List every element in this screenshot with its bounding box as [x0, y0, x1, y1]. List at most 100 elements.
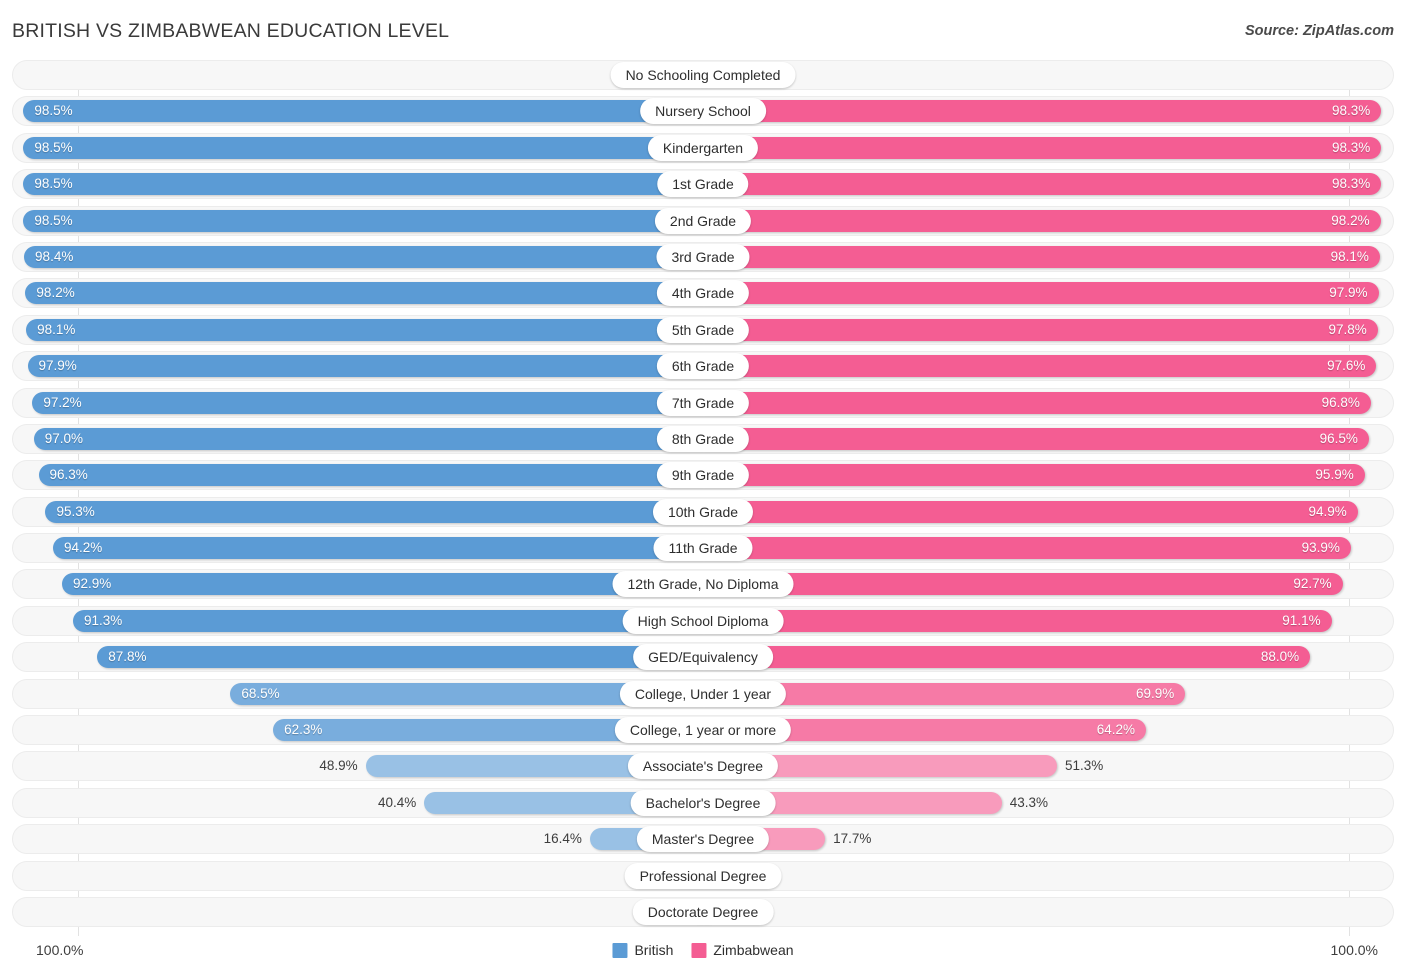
category-label-pill[interactable]: 3rd Grade	[656, 243, 750, 270]
bar-british[interactable]: 98.1%	[26, 318, 703, 341]
category-label-pill[interactable]: College, Under 1 year	[619, 680, 787, 707]
category-label-pill[interactable]: 4th Grade	[656, 280, 750, 307]
table-row[interactable]: 92.9% 92.7% 12th Grade, No Diploma	[12, 569, 1394, 600]
row-inner: 1.5%1.7%No Schooling Completed	[13, 61, 1393, 89]
category-label-pill[interactable]: 6th Grade	[656, 353, 750, 380]
bar-value-british: 97.0%	[44, 430, 83, 446]
category-label-pill[interactable]: Associate's Degree	[627, 753, 779, 780]
table-row[interactable]: 98.5% 98.3% Kindergarten	[12, 132, 1394, 163]
bar-british[interactable]: 98.5%	[23, 100, 703, 123]
bar-british[interactable]: 98.5%	[23, 173, 703, 196]
category-label-pill[interactable]: Bachelor's Degree	[630, 789, 776, 816]
table-row[interactable]: 2.2%2.3%Doctorate Degree	[12, 896, 1394, 927]
table-row[interactable]: 98.5% 98.3% 1st Grade	[12, 169, 1394, 200]
table-row[interactable]: 98.1% 97.8% 5th Grade	[12, 314, 1394, 345]
bar-british[interactable]: 98.5%	[23, 136, 703, 159]
bar-value-british: 98.5%	[34, 103, 73, 119]
category-label-pill[interactable]: 10th Grade	[652, 498, 754, 525]
bar-british[interactable]: 92.9%	[62, 573, 703, 596]
table-row[interactable]: 62.3% 64.2% College, 1 year or more	[12, 715, 1394, 746]
bar-zimbabwean[interactable]: 98.3%	[703, 173, 1382, 196]
bar-british[interactable]: 97.2%	[32, 391, 703, 414]
bar-zimbabwean[interactable]: 94.9%	[703, 500, 1358, 523]
category-label-pill[interactable]: 9th Grade	[656, 462, 750, 489]
bar-zimbabwean[interactable]: 97.6%	[703, 355, 1377, 378]
table-row[interactable]: 5.0%5.2%Professional Degree	[12, 860, 1394, 891]
bar-zimbabwean[interactable]: 96.5%	[703, 427, 1369, 450]
bar-zimbabwean[interactable]: 98.2%	[703, 209, 1381, 232]
table-row[interactable]: 1.5%1.7%No Schooling Completed	[12, 60, 1394, 90]
category-label-pill[interactable]: 5th Grade	[656, 316, 750, 343]
table-row[interactable]: 91.3% 91.1% High School Diploma	[12, 605, 1394, 636]
table-row[interactable]: 40.4% 43.3% Bachelor's Degree	[12, 787, 1394, 818]
bar-british[interactable]: 87.8%	[97, 646, 703, 669]
bar-british[interactable]: 96.3%	[38, 464, 703, 487]
table-row[interactable]: 96.3% 95.9% 9th Grade	[12, 460, 1394, 491]
bar-zimbabwean[interactable]: 98.1%	[703, 245, 1380, 268]
bar-british[interactable]: 98.4%	[24, 245, 703, 268]
bar-british[interactable]: 97.0%	[33, 427, 703, 450]
table-row[interactable]: 98.5% 98.3% Nursery School	[12, 96, 1394, 127]
category-label-pill[interactable]: Professional Degree	[624, 862, 782, 889]
bar-zimbabwean[interactable]: 97.9%	[703, 282, 1379, 305]
row-inner: 94.2% 93.9% 11th Grade	[13, 534, 1393, 562]
bar-zimbabwean[interactable]: 97.8%	[703, 318, 1378, 341]
table-row[interactable]: 97.0% 96.5% 8th Grade	[12, 423, 1394, 454]
table-row[interactable]: 68.5% 69.9% College, Under 1 year	[12, 678, 1394, 709]
bar-zimbabwean[interactable]: 91.1%	[703, 609, 1332, 632]
bar-value-zimbabwean: 98.1%	[1330, 248, 1369, 264]
category-label-pill[interactable]: Master's Degree	[636, 826, 770, 853]
row-inner: 98.4% 98.1% 3rd Grade	[13, 243, 1393, 271]
legend-label-zimbabwean: Zimbabwean	[713, 942, 794, 958]
bar-value-british: 97.9%	[38, 358, 77, 374]
bar-zimbabwean[interactable]: 96.8%	[703, 391, 1371, 414]
bar-value-zimbabwean: 98.2%	[1331, 212, 1370, 228]
table-row[interactable]: 98.4% 98.1% 3rd Grade	[12, 241, 1394, 272]
category-label-pill[interactable]: Kindergarten	[647, 134, 759, 161]
category-label-pill[interactable]: Doctorate Degree	[632, 898, 774, 925]
bar-british[interactable]: 97.9%	[27, 355, 703, 378]
bar-zimbabwean[interactable]: 92.7%	[703, 573, 1343, 596]
table-row[interactable]: 48.9% 51.3% Associate's Degree	[12, 751, 1394, 782]
table-row[interactable]: 94.2% 93.9% 11th Grade	[12, 533, 1394, 564]
bar-british[interactable]: 95.3%	[45, 500, 703, 523]
row-inner: 97.9% 97.6% 6th Grade	[13, 352, 1393, 380]
table-row[interactable]: 98.5% 98.2% 2nd Grade	[12, 205, 1394, 236]
category-label-pill[interactable]: 7th Grade	[656, 389, 750, 416]
category-label-pill[interactable]: 12th Grade, No Diploma	[612, 571, 794, 598]
category-label-pill[interactable]: High School Diploma	[622, 607, 784, 634]
table-row[interactable]: 97.9% 97.6% 6th Grade	[12, 351, 1394, 382]
bar-british[interactable]: 98.2%	[25, 282, 703, 305]
table-row[interactable]: 16.4% 17.7% Master's Degree	[12, 824, 1394, 855]
category-label-pill[interactable]: 2nd Grade	[654, 207, 752, 234]
bar-zimbabwean[interactable]: 95.9%	[703, 464, 1365, 487]
legend-item-zimbabwean[interactable]: Zimbabwean	[691, 942, 794, 958]
table-row[interactable]: 98.2% 97.9% 4th Grade	[12, 278, 1394, 309]
category-label-pill[interactable]: Nursery School	[640, 98, 766, 125]
bar-british[interactable]: 91.3%	[73, 609, 703, 632]
category-label-pill[interactable]: 11th Grade	[653, 535, 753, 562]
legend-swatch-british	[612, 942, 628, 958]
table-row[interactable]: 87.8% 88.0% GED/Equivalency	[12, 642, 1394, 673]
category-label-pill[interactable]: GED/Equivalency	[633, 644, 773, 671]
bar-zimbabwean[interactable]: 93.9%	[703, 537, 1351, 560]
category-label-pill[interactable]: 1st Grade	[657, 171, 749, 198]
bar-value-zimbabwean: 93.9%	[1301, 540, 1340, 556]
table-row[interactable]: 95.3% 94.9% 10th Grade	[12, 496, 1394, 527]
bar-zimbabwean[interactable]: 98.3%	[703, 136, 1382, 159]
legend-item-british[interactable]: British	[612, 942, 673, 958]
bar-value-british: 91.3%	[84, 612, 123, 628]
bar-british[interactable]: 98.5%	[23, 209, 703, 232]
row-inner: 2.2%2.3%Doctorate Degree	[13, 898, 1393, 926]
legend-swatch-zimbabwean	[691, 942, 707, 958]
category-label-pill[interactable]: No Schooling Completed	[610, 62, 796, 88]
page-title: BRITISH VS ZIMBABWEAN EDUCATION LEVEL	[12, 20, 450, 42]
bar-british[interactable]: 94.2%	[53, 537, 703, 560]
bar-zimbabwean[interactable]: 98.3%	[703, 100, 1382, 123]
row-inner: 16.4% 17.7% Master's Degree	[13, 825, 1393, 853]
table-row[interactable]: 97.2% 96.8% 7th Grade	[12, 387, 1394, 418]
bar-value-zimbabwean: 98.3%	[1331, 176, 1371, 192]
bar-zimbabwean[interactable]: 88.0%	[703, 646, 1311, 669]
category-label-pill[interactable]: College, 1 year or more	[614, 717, 792, 744]
category-label-pill[interactable]: 8th Grade	[656, 425, 750, 452]
